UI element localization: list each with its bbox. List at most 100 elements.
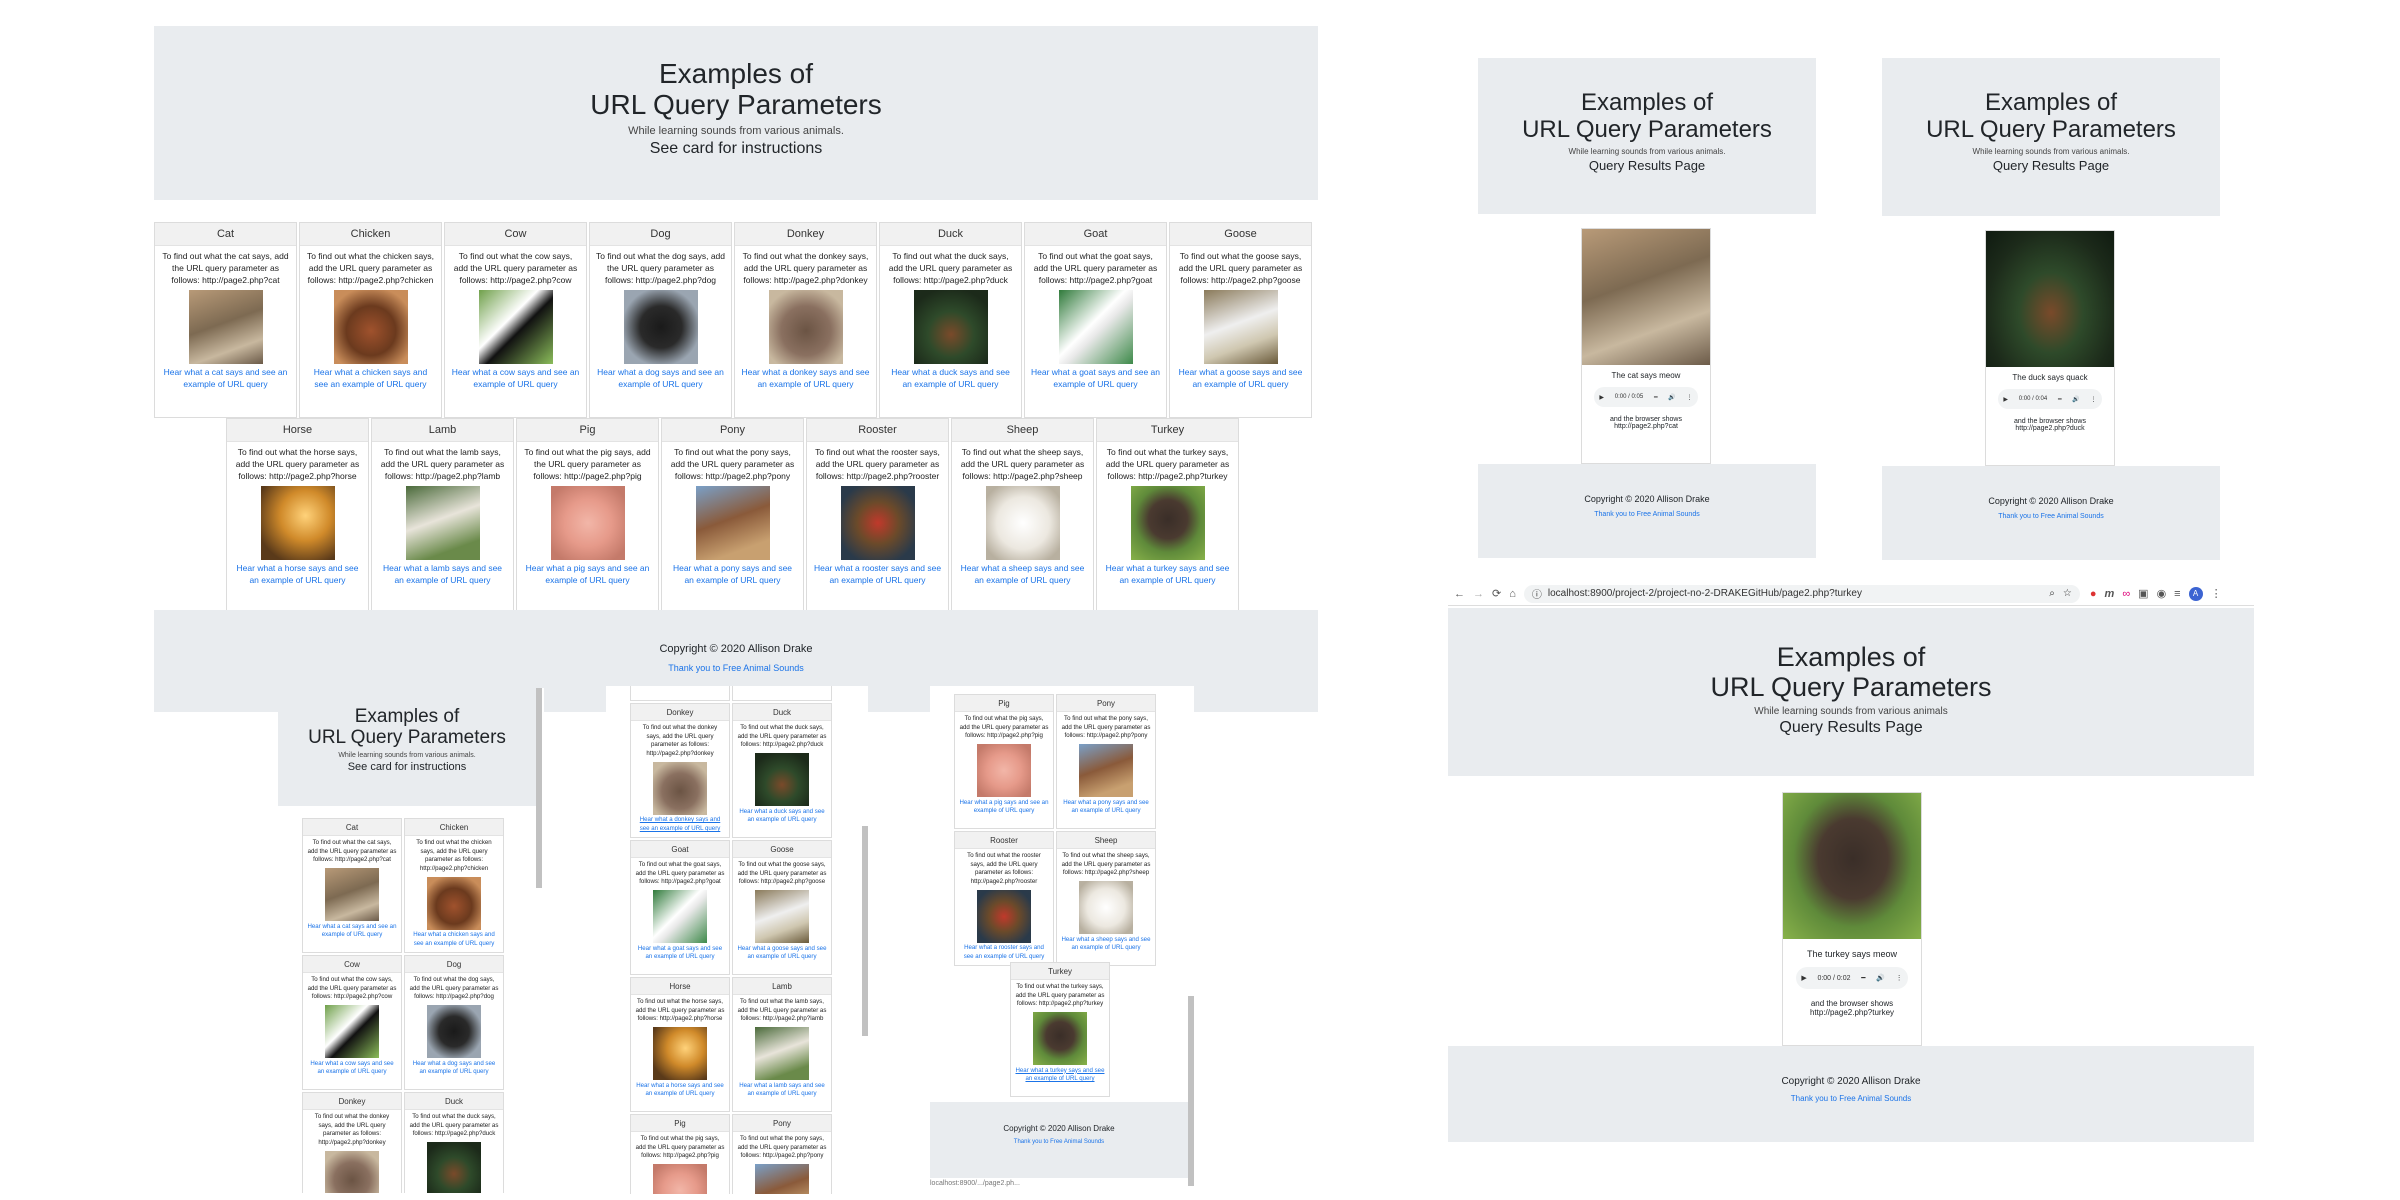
pig-link[interactable]: Hear what a pig says and see an example … bbox=[517, 560, 658, 588]
dog-link[interactable]: Hear what a dog says and see an example … bbox=[590, 364, 731, 392]
volume-icon[interactable]: 🔊 bbox=[1668, 394, 1675, 401]
rooster-link[interactable]: Hear what a rooster says and see an exam… bbox=[807, 560, 948, 588]
card-description: To find out what the sheep says, add the… bbox=[960, 447, 1085, 481]
extension-icon-shield[interactable]: ◉ bbox=[2157, 587, 2167, 600]
cow-link[interactable]: Hear what a cow says and see an example … bbox=[631, 686, 729, 689]
animal-card-goose: Goose To find out what the goose says, ad… bbox=[732, 840, 832, 975]
mobile-scrollbar[interactable] bbox=[536, 688, 542, 888]
goat-link[interactable]: Hear what a goat says and see an example… bbox=[631, 943, 729, 963]
progress-bar[interactable]: ━ bbox=[2058, 396, 2062, 403]
horse-link[interactable]: Hear what a horse says and see an exampl… bbox=[631, 1080, 729, 1100]
extension-icon-pink[interactable]: ∞ bbox=[2122, 588, 2130, 600]
cat-photo bbox=[1582, 229, 1710, 365]
dog-link[interactable]: Hear what a dog says and see an example … bbox=[405, 1058, 503, 1078]
search-icon[interactable]: ⌕ bbox=[2049, 588, 2055, 599]
volume-icon[interactable]: 🔊 bbox=[1876, 974, 1885, 982]
results-cat-thanks[interactable]: Thank you to Free Animal Sounds bbox=[1478, 511, 1816, 518]
card-header: Rooster bbox=[955, 832, 1053, 850]
more-icon[interactable]: ⋮ bbox=[2091, 396, 2097, 403]
sheep-link[interactable]: Hear what a sheep says and see an exampl… bbox=[1057, 934, 1155, 954]
mobile-scrollbar-mid[interactable] bbox=[862, 826, 868, 1036]
extension-icon-gray[interactable]: ▣ bbox=[2138, 587, 2148, 600]
results-duck-thanks[interactable]: Thank you to Free Animal Sounds bbox=[1882, 513, 2220, 520]
duck-photo bbox=[913, 290, 988, 364]
home-icon[interactable]: ⌂ bbox=[1509, 588, 1516, 600]
turkey-link[interactable]: Hear what a turkey says and see an examp… bbox=[1011, 1065, 1109, 1085]
goose-link[interactable]: Hear what a goose says and see an exampl… bbox=[733, 943, 831, 963]
chicken-link[interactable]: Hear what a chicken says and see an exam… bbox=[405, 930, 503, 950]
star-icon[interactable]: ☆ bbox=[2063, 588, 2072, 599]
menu-icon[interactable]: ⋮ bbox=[2211, 587, 2222, 600]
donkey-link[interactable]: Hear what a donkey says and see an examp… bbox=[735, 364, 876, 392]
pony-link[interactable]: Hear what a pony says and see an example… bbox=[1057, 797, 1155, 817]
reading-list-icon[interactable]: ≡ bbox=[2174, 588, 2180, 600]
pony-link[interactable]: Hear what a pony says and see an example… bbox=[662, 560, 803, 588]
index-page-panel: Examples of URL Query Parameters While l… bbox=[154, 26, 1318, 712]
address-bar[interactable]: ⓘ localhost:8900/project-2/project-no-2-… bbox=[1523, 584, 2080, 603]
pig-link[interactable]: Hear what a pig says and see an example … bbox=[955, 797, 1053, 817]
lamb-link[interactable]: Hear what a lamb says and see an example… bbox=[733, 1080, 831, 1100]
cow-link[interactable]: Hear what a cow says and see an example … bbox=[445, 364, 586, 392]
cat-photo bbox=[188, 290, 263, 364]
card-header: Chicken bbox=[300, 223, 441, 246]
turkey-link[interactable]: Hear what a turkey says and see an examp… bbox=[1097, 560, 1238, 588]
info-icon[interactable]: ⓘ bbox=[1532, 586, 1542, 601]
avatar[interactable]: A bbox=[2188, 586, 2203, 601]
progress-bar[interactable]: ━ bbox=[1861, 974, 1865, 982]
results-turkey-title-2: URL Query Parameters bbox=[1710, 672, 1992, 703]
results-cat-panel: Examples of URL Query Parameters While l… bbox=[1478, 58, 1816, 558]
result-turkey-says: The turkey says meow bbox=[1806, 949, 1898, 959]
forward-icon[interactable]: → bbox=[1473, 588, 1484, 600]
sheep-photo bbox=[985, 486, 1060, 560]
back-icon[interactable]: ← bbox=[1454, 588, 1465, 600]
result-cat-shows: and the browser shows bbox=[1610, 416, 1682, 423]
dog-link[interactable]: Hear what a dog says and see an example … bbox=[733, 686, 831, 689]
rooster-link[interactable]: Hear what a rooster says and see an exam… bbox=[955, 943, 1053, 963]
goat-link[interactable]: Hear what a goat says and see an example… bbox=[1025, 364, 1166, 392]
animal-card-cat: Cat To find out what the cat says, add th… bbox=[154, 222, 297, 418]
result-duck-says: The duck says quack bbox=[2012, 373, 2088, 382]
browser-status-bar: localhost:8900/.../page2.ph... bbox=[930, 1180, 1020, 1187]
play-icon[interactable]: ▶ bbox=[1599, 394, 1604, 401]
mobile-card-grid-scrolled: CowTo find out what the cow says, add th… bbox=[606, 686, 862, 1194]
animal-card-sheep: Sheep To find out what the sheep says, ad… bbox=[951, 418, 1094, 614]
horse-link[interactable]: Hear what a horse says and see an exampl… bbox=[227, 560, 368, 588]
address-url[interactable]: localhost:8900/project-2/project-no-2-DR… bbox=[1548, 588, 1862, 599]
reload-icon[interactable]: ⟳ bbox=[1492, 587, 1501, 600]
cow-link[interactable]: Hear what a cow says and see an example … bbox=[303, 1058, 401, 1078]
card-header: Lamb bbox=[372, 419, 513, 442]
extension-icon-m[interactable]: m bbox=[2105, 588, 2115, 600]
mobile-footer-thanks-link[interactable]: Thank you to Free Animal Sounds bbox=[930, 1139, 1188, 1145]
audio-player-duck[interactable]: ▶ 0:00 / 0:04 ━ 🔊 ⋮ bbox=[1998, 389, 2102, 409]
donkey-link[interactable]: Hear what a donkey says and see an examp… bbox=[631, 815, 729, 835]
cat-link[interactable]: Hear what a cat says and see an example … bbox=[303, 921, 401, 941]
sheep-link[interactable]: Hear what a sheep says and see an exampl… bbox=[952, 560, 1093, 588]
audio-player-turkey[interactable]: ▶ 0:00 / 0:02 ━ 🔊 ⋮ bbox=[1796, 967, 1908, 989]
duck-link[interactable]: Hear what a duck says and see an example… bbox=[733, 806, 831, 826]
card-description: To find out what the horse says, add the… bbox=[235, 447, 360, 481]
duck-link[interactable]: Hear what a duck says and see an example… bbox=[880, 364, 1021, 392]
card-header: Horse bbox=[631, 978, 729, 996]
lamb-link[interactable]: Hear what a lamb says and see an example… bbox=[372, 560, 513, 588]
volume-icon[interactable]: 🔊 bbox=[2072, 396, 2079, 403]
extension-icon-red[interactable]: ● bbox=[2090, 588, 2097, 600]
card-header: Chicken bbox=[405, 819, 503, 837]
audio-player-cat[interactable]: ▶ 0:00 / 0:05 ━ 🔊 ⋮ bbox=[1594, 387, 1698, 407]
more-icon[interactable]: ⋮ bbox=[1896, 974, 1903, 982]
card-description: To find out what the goat says, add the … bbox=[1033, 251, 1158, 285]
progress-bar[interactable]: ━ bbox=[1654, 394, 1658, 401]
card-header: Pig bbox=[631, 1115, 729, 1133]
cat-link[interactable]: Hear what a cat says and see an example … bbox=[155, 364, 296, 392]
goose-link[interactable]: Hear what a goose says and see an exampl… bbox=[1170, 364, 1311, 392]
card-description: To find out what the donkey says, add th… bbox=[742, 251, 869, 285]
footer-thanks-link[interactable]: Thank you to Free Animal Sounds bbox=[154, 663, 1318, 673]
play-icon[interactable]: ▶ bbox=[2003, 396, 2008, 403]
chicken-link[interactable]: Hear what a chicken says and see an exam… bbox=[300, 364, 441, 392]
results-turkey-thanks[interactable]: Thank you to Free Animal Sounds bbox=[1448, 1094, 2254, 1103]
more-icon[interactable]: ⋮ bbox=[1687, 394, 1693, 401]
card-header: Donkey bbox=[303, 1093, 401, 1111]
mobile-scrollbar-bottom[interactable] bbox=[1188, 996, 1194, 1186]
results-duck-footer: Copyright © 2020 Allison Drake Thank you… bbox=[1882, 466, 2220, 560]
play-icon[interactable]: ▶ bbox=[1801, 974, 1806, 982]
page-tagline: While learning sounds from various anima… bbox=[628, 124, 844, 137]
